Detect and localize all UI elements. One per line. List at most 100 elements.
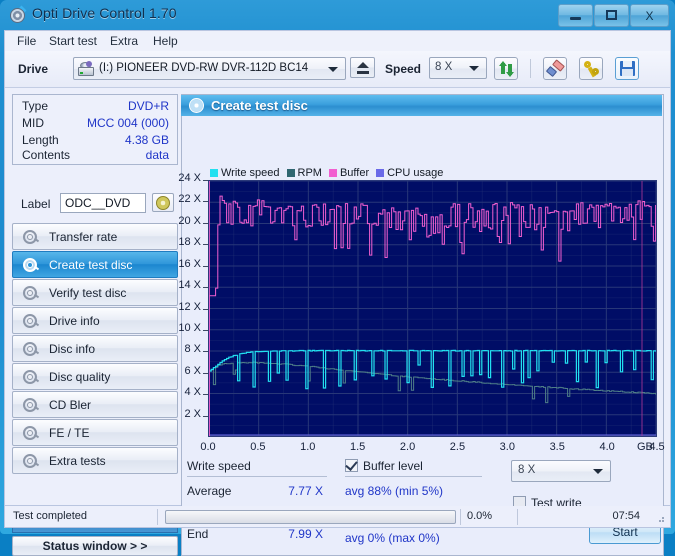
erase-button[interactable] (543, 57, 567, 80)
disc-panel: Type DVD+R MID MCC 004 (000) Length 4.38… (12, 94, 178, 165)
menu-start-test[interactable]: Start test (49, 34, 97, 48)
sidebar-item-cd-bler[interactable]: CD Bler (12, 391, 178, 418)
disc-mid-key: MID (22, 116, 44, 130)
y-axis-tick-label: 10 X (178, 321, 201, 334)
drive-icon (78, 61, 94, 77)
progress-percent: 0.0% (467, 510, 493, 522)
x-axis-tick-label: 1.0 (300, 441, 316, 453)
client-area: Drive (I:) PIONEER DVD-RW DVR-112D BC14 … (4, 51, 671, 556)
check-icon (345, 458, 358, 471)
progress-bar (165, 510, 456, 524)
app-disc-icon (9, 5, 27, 24)
resize-grip[interactable] (656, 514, 666, 524)
menu-help[interactable]: Help (153, 34, 178, 48)
y-axis-tick-label: 4 X (184, 386, 201, 399)
chevron-down-icon (593, 469, 603, 474)
minimize-button[interactable] (558, 4, 593, 27)
y-axis-tick-label: 16 X (178, 257, 201, 270)
window-controls: X (557, 4, 669, 27)
x-axis-tick-label: 0.0 (200, 441, 216, 453)
verify-test-disc-icon (22, 285, 40, 302)
sidebar-item-verify-test-disc[interactable]: Verify test disc (12, 279, 178, 306)
extra-tests-icon (22, 453, 40, 470)
buffer-level-value: avg 88% (min 5%) (345, 484, 444, 498)
drive-info-icon (22, 313, 40, 330)
page-title: Create test disc (211, 98, 308, 113)
sidebar-item-label: FE / TE (49, 426, 90, 440)
write-speed-select[interactable]: 8 X (511, 460, 611, 482)
sidebar-item-label: Transfer rate (49, 230, 118, 244)
refresh-button[interactable] (494, 57, 518, 80)
disc-length-value: 4.38 GB (124, 133, 169, 147)
stat-end-value: 7.99 X (288, 527, 323, 541)
x-axis-tick-label: 2.5 (449, 441, 466, 453)
write-speed-title: Write speed (187, 459, 251, 473)
create-test-disc-icon (189, 98, 204, 113)
sidebar-item-drive-info[interactable]: Drive info (12, 307, 178, 334)
sidebar-item-label: Disc quality (49, 370, 111, 384)
sidebar-item-disc-info[interactable]: Disc info (12, 335, 178, 362)
x-axis-tick-label: 3.0 (499, 441, 515, 453)
legend-label: Write speed (221, 167, 280, 179)
disc-label-input[interactable]: ODC__DVD (60, 193, 146, 213)
status-bar: Test completed 0.0% 07:54 (4, 506, 671, 528)
app-window: Opti Drive Control 1.70 X File Start tes… (0, 0, 675, 556)
speed-label: Speed (385, 62, 422, 76)
eraser-icon (544, 58, 566, 79)
legend-swatch-icon (286, 169, 295, 177)
refresh-icon (495, 58, 517, 79)
x-axis-tick-label: 1.5 (350, 441, 366, 453)
wrench-icon (580, 58, 602, 79)
settings-button[interactable] (579, 57, 603, 80)
disc-contents-value: data (145, 148, 169, 162)
buffer-rule (345, 476, 482, 477)
sidebar-item-label: Create test disc (49, 258, 133, 272)
fe-te-icon (22, 425, 40, 442)
sidebar-item-label: Extra tests (49, 454, 106, 468)
write-speed-rule (187, 476, 327, 477)
chart-svg (209, 181, 656, 436)
eject-button[interactable] (350, 57, 375, 78)
disc-info-icon (22, 341, 40, 358)
chart-gridlines (209, 181, 656, 436)
sidebar-item-disc-quality[interactable]: Disc quality (12, 363, 178, 390)
sidebar-item-fe-te[interactable]: FE / TE (12, 419, 178, 446)
disc-label-key: Label (21, 197, 51, 211)
sidebar-item-label: CD Bler (49, 398, 92, 412)
close-icon: X (645, 8, 654, 23)
menu-file[interactable]: File (17, 34, 36, 48)
legend-label: Buffer (339, 167, 370, 179)
elapsed-time: 07:54 (612, 510, 640, 522)
stat-average-key: Average (187, 484, 232, 498)
sidebar-item-create-test-disc[interactable]: Create test disc (12, 251, 178, 278)
menu-extra[interactable]: Extra (110, 34, 138, 48)
sidebar-item-transfer-rate[interactable]: Transfer rate (12, 223, 178, 250)
sidebar-item-extra-tests[interactable]: Extra tests (12, 447, 178, 474)
x-axis-tick-label: 2.0 (399, 441, 416, 453)
chart-plot-area (208, 180, 657, 437)
legend-swatch-icon (210, 169, 218, 177)
buffer-level-checkbox[interactable] (345, 458, 358, 472)
close-button[interactable]: X (630, 4, 669, 27)
buffer-level-label: Buffer level (363, 459, 423, 473)
speed-select[interactable]: 8 X (429, 57, 487, 79)
status-window-button[interactable]: Status window > > (12, 536, 178, 556)
x-axis-tick-label: 0.5 (250, 441, 266, 453)
disc-type-value: DVD+R (127, 99, 169, 113)
y-axis-tick-label: 2 X (184, 407, 201, 420)
save-button[interactable] (615, 57, 639, 80)
legend-label: CPU usage (387, 167, 444, 179)
disc-contents-key: Contents (22, 148, 71, 162)
drive-select[interactable]: (I:) PIONEER DVD-RW DVR-112D BC14 (73, 57, 346, 80)
disc-length-key: Length (22, 133, 59, 147)
legend-label: RPM (297, 167, 322, 179)
disc-quality-icon (22, 369, 40, 386)
maximize-button[interactable] (594, 4, 629, 27)
y-axis-tick-label: 20 X (178, 214, 201, 227)
toolbar-divider (530, 59, 531, 78)
write-speed-value: 8 X (518, 464, 536, 476)
legend-item-write-speed: Write speed (210, 167, 280, 179)
window-title: Opti Drive Control 1.70 (32, 5, 177, 21)
content-header: Create test disc (181, 95, 662, 116)
stat-average-value: 7.77 X (288, 484, 323, 498)
